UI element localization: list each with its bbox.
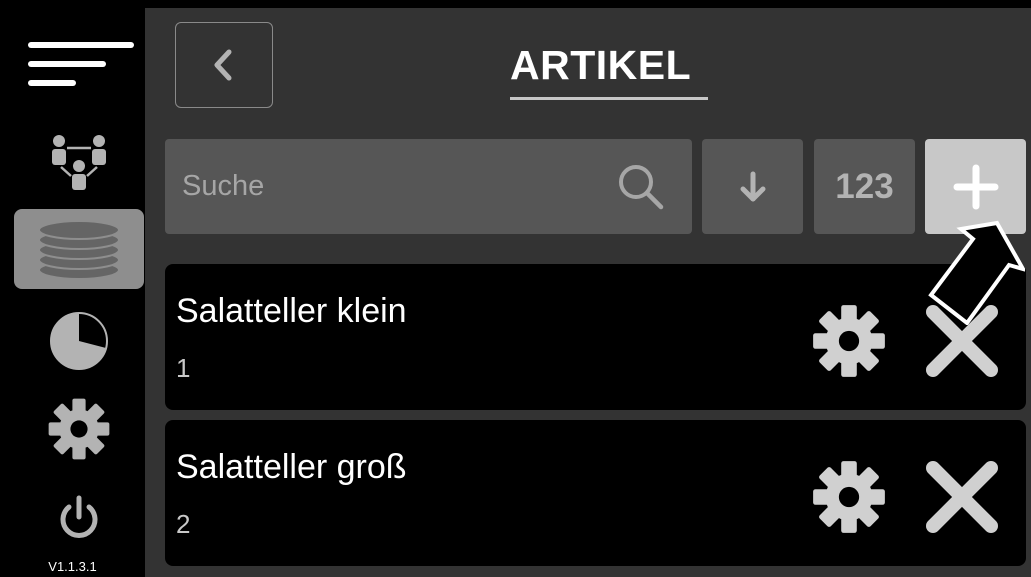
- list-item[interactable]: Salatteller groß 2: [165, 420, 1026, 566]
- nav-settings[interactable]: [14, 390, 144, 468]
- version-label: V1.1.3.1: [48, 559, 97, 574]
- users-hierarchy-icon: [52, 135, 106, 190]
- item-number: 1: [176, 353, 191, 383]
- search-box: [165, 139, 692, 234]
- numeric-sort-button[interactable]: 123: [814, 139, 915, 234]
- search-input[interactable]: [165, 139, 590, 234]
- list-item[interactable]: Salatteller klein 1: [165, 264, 1026, 410]
- item-name: Salatteller groß: [176, 448, 407, 486]
- chevron-left-icon: [214, 49, 232, 81]
- search-icon: [619, 164, 664, 209]
- hamburger-menu-icon[interactable]: [28, 38, 136, 90]
- gear-icon[interactable]: [810, 302, 888, 380]
- arrow-down-icon: [740, 171, 765, 201]
- main-panel: ARTIKEL 123 Salatteller klein 1: [145, 8, 1031, 577]
- pie-chart-icon: [50, 312, 108, 370]
- power-button[interactable]: [14, 488, 144, 548]
- search-button[interactable]: [590, 139, 692, 234]
- power-icon: [60, 495, 98, 538]
- close-icon[interactable]: [923, 458, 1001, 536]
- plus-icon: [953, 164, 998, 209]
- nav-database[interactable]: [14, 209, 144, 289]
- title-underline: [510, 97, 708, 100]
- gear-icon[interactable]: [810, 458, 888, 536]
- sidebar: V1.1.3.1: [0, 0, 145, 577]
- nav-users-hierarchy[interactable]: [14, 128, 144, 200]
- item-number: 2: [176, 509, 191, 539]
- item-name: Salatteller klein: [176, 292, 407, 330]
- nav-statistics[interactable]: [14, 305, 144, 377]
- pointer-arrow-icon: [928, 220, 1025, 325]
- page-title: ARTIKEL: [510, 42, 692, 88]
- sort-button[interactable]: [702, 139, 803, 234]
- gear-icon: [48, 398, 110, 460]
- database-icon: [38, 220, 120, 280]
- back-button[interactable]: [175, 22, 273, 108]
